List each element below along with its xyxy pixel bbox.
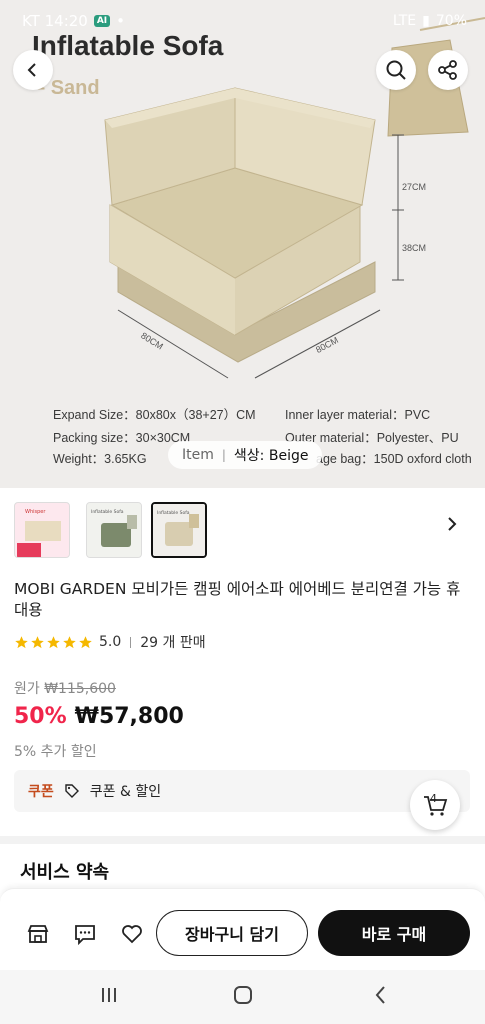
spec-storage-bag: age bag：150D oxford cloth	[316, 452, 472, 466]
system-navigation-bar	[0, 970, 485, 1024]
battery-label: 70%	[435, 13, 467, 29]
dim-seat-height: 38CM	[402, 243, 427, 253]
chevron-left-icon	[27, 63, 36, 77]
discount-rate: 50%	[14, 704, 67, 729]
store-icon	[27, 925, 49, 943]
bottom-action-bar: 장바구니 담기 바로 구매	[0, 888, 485, 970]
svg-text:Inflatable Sofa: Inflatable Sofa	[91, 509, 124, 515]
chat-icon	[75, 925, 95, 946]
svg-text:Inflatable Sofa: Inflatable Sofa	[157, 510, 190, 516]
coupon-text: 쿠폰 & 할인	[89, 784, 162, 800]
variant-separator: |	[221, 448, 226, 462]
thumbnail-green-image: Inflatable Sofa	[87, 503, 141, 557]
cart-count: 4	[430, 792, 437, 805]
search-icon	[386, 60, 406, 80]
network-label: LTE	[392, 13, 417, 29]
rating-divider	[130, 636, 132, 648]
star-icon	[15, 635, 28, 648]
star-icon	[63, 635, 76, 648]
back-button[interactable]	[13, 50, 53, 90]
coupon-button[interactable]: 쿠폰 쿠폰 & 할인	[14, 770, 470, 812]
back-arrow-icon	[375, 986, 385, 1004]
rating-row[interactable]: 5.0 29 개 판매	[14, 632, 206, 652]
dot-icon: •	[116, 12, 126, 30]
thumbnail-green-sofa[interactable]: Inflatable Sofa	[86, 502, 142, 558]
hero-title: Inflatable Sofa	[32, 30, 224, 61]
thumbnail-promo[interactable]: Whisper	[14, 502, 70, 558]
share-button[interactable]	[428, 50, 468, 90]
home-icon	[234, 986, 252, 1004]
thumbnail-beige-sofa[interactable]: Inflatable Sofa	[151, 502, 207, 558]
thumbnail-beige-image: Inflatable Sofa	[153, 504, 205, 556]
variant-item-label: Item	[182, 447, 214, 463]
original-price-label: 원가	[14, 681, 40, 697]
status-time: KT 14:20	[22, 12, 88, 30]
svg-text:Whisper: Whisper	[25, 509, 46, 515]
search-button[interactable]	[376, 50, 416, 90]
variant-color-label: 색상: Beige	[233, 448, 309, 464]
spec-inner-layer: Inner layer material：PVC	[285, 408, 431, 422]
dim-back-height: 27CM	[402, 182, 427, 192]
star-icon	[31, 635, 44, 648]
product-title: MOBI GARDEN 모비가든 캠핑 에어소파 에어베드 분리연결 가능 휴대…	[14, 580, 461, 619]
signal-icon: ▮	[422, 13, 430, 29]
price-row: 50% ₩57,800	[14, 704, 184, 729]
back-nav-button[interactable]	[370, 984, 392, 1010]
star-rating	[14, 635, 93, 650]
product-image-gallery[interactable]: KT 14:20 AI • LTE ▮ 70% Inflatable Sofa …	[0, 0, 485, 488]
recent-apps-icon	[102, 988, 116, 1002]
recent-apps-button[interactable]	[98, 984, 120, 1010]
tag-icon	[65, 784, 79, 798]
wishlist-button[interactable]	[120, 922, 144, 950]
hero-subtitle-text: Sand	[50, 77, 100, 99]
chevron-right-icon	[448, 517, 457, 531]
coupon-label: 쿠폰	[28, 784, 54, 800]
original-price-row: 원가 ₩115,600	[14, 678, 116, 698]
original-price: ₩115,600	[44, 681, 116, 697]
spec-packing-size: Packing size：30×30CM	[53, 431, 191, 445]
variant-indicator: Item | 색상: Beige	[168, 441, 323, 469]
add-to-cart-button[interactable]: 장바구니 담기	[156, 910, 308, 956]
buy-now-button[interactable]: 바로 구매	[318, 910, 470, 956]
heart-icon	[122, 925, 142, 944]
floating-cart-button[interactable]: 4	[410, 780, 460, 830]
spec-expand-size: Expand Size：80x80x（38+27）CM	[53, 408, 256, 422]
section-divider	[0, 836, 485, 844]
chat-button[interactable]	[73, 922, 97, 950]
star-icon	[47, 635, 60, 648]
sold-count: 29 개 판매	[140, 635, 206, 651]
share-icon	[438, 60, 457, 80]
sale-price: ₩57,800	[74, 704, 184, 729]
rating-value: 5.0	[99, 634, 122, 650]
home-button[interactable]	[232, 984, 254, 1010]
thumbnail-next-button[interactable]	[444, 516, 460, 536]
star-icon	[79, 635, 92, 648]
thumbnail-promo-image: Whisper	[15, 503, 69, 557]
spec-weight: Weight：3.65KG	[53, 452, 147, 466]
store-button[interactable]	[26, 922, 50, 950]
service-section-title: 서비스 약속	[20, 862, 110, 883]
status-bar: KT 14:20 AI • LTE ▮ 70%	[22, 10, 467, 32]
extra-discount: 5% 추가 할인	[14, 744, 97, 760]
thumbnail-strip: Whisper Inflatable Sofa Inflatable Sofa	[0, 488, 485, 568]
ai-badge: AI	[93, 15, 111, 27]
